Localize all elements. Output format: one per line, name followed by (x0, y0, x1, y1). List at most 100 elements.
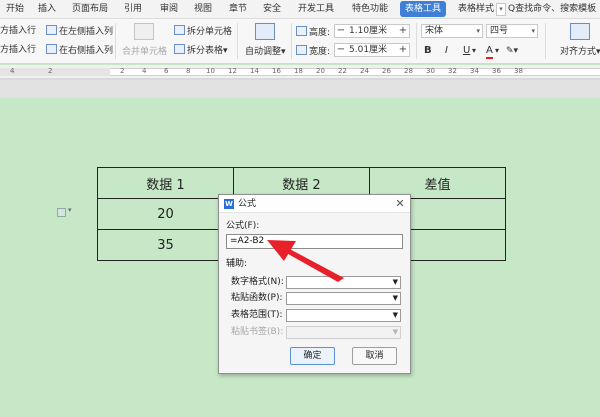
dropdown-arrow-icon: ▼ (392, 328, 398, 336)
tab-page-layout[interactable]: 页面布局 (72, 0, 108, 18)
dialog-titlebar[interactable]: W 公式 ✕ (219, 195, 410, 213)
width-increase-button[interactable]: + (397, 44, 409, 56)
width-stepper[interactable]: − 5.01厘米 + (334, 43, 410, 57)
font-color-button[interactable]: A (486, 45, 493, 59)
divider (115, 23, 116, 59)
tab-table-style[interactable]: 表格样式 (458, 0, 494, 18)
ruler-number: 30 (426, 67, 435, 75)
tab-table-tools[interactable]: 表格工具 (400, 1, 447, 17)
dropdown-arrow-icon: ▾ (476, 27, 480, 35)
ruler-number: 38 (514, 67, 523, 75)
divider (237, 23, 238, 59)
dropdown-arrow-icon: ▼ (392, 311, 398, 319)
height-value[interactable]: 1.10厘米 (349, 25, 387, 37)
font-size-select[interactable]: 四号 ▾ (486, 24, 538, 38)
more-tabs-icon[interactable]: ▾ (496, 3, 506, 16)
menu-bar: 开始 插入 页面布局 引用 审阅 视图 章节 安全 开发工具 特色功能 表格工具… (0, 0, 600, 19)
height-decrease-button[interactable]: − (335, 25, 347, 37)
ruler-scale (110, 68, 600, 76)
font-name-select[interactable]: 宋体 ▾ (421, 24, 483, 38)
tab-review[interactable]: 审阅 (160, 0, 178, 18)
table-range-select[interactable]: ▼ (286, 309, 401, 322)
tab-references[interactable]: 引用 (124, 0, 142, 18)
dropdown-arrow-icon: ▼ (392, 278, 398, 286)
ruler-number: 8 (186, 67, 191, 75)
insert-col-left-button[interactable]: 在左侧插入列 (46, 25, 113, 38)
divider (416, 23, 417, 59)
table-range-label: 表格范围(T): (231, 310, 283, 320)
formula-dialog: W 公式 ✕ 公式(F): =A2-B2 辅助: 数字格式(N): ▼ 粘贴函数… (218, 194, 411, 374)
tab-chapter[interactable]: 章节 (229, 0, 247, 18)
ruler-number: 16 (272, 67, 281, 75)
divider (545, 23, 546, 59)
ok-button[interactable]: 确定 (290, 347, 335, 365)
width-label: 宽度: (296, 45, 330, 58)
ruler-number: 4 (10, 67, 15, 75)
underline-dropdown[interactable]: ▾ (472, 45, 476, 57)
bold-button[interactable]: B (424, 45, 432, 57)
height-icon (296, 26, 307, 36)
paste-bookmark-select[interactable]: ▼ (286, 326, 401, 339)
height-increase-button[interactable]: + (397, 25, 409, 37)
ruler-number: 4 (142, 67, 147, 75)
split-cells-button[interactable]: 拆分单元格 (174, 25, 232, 38)
tab-view[interactable]: 视图 (194, 0, 212, 18)
ruler-margin (0, 68, 110, 76)
auto-fit-icon (255, 23, 275, 40)
assist-label: 辅助: (226, 259, 248, 269)
highlight-button[interactable]: ✎▾ (506, 45, 518, 57)
formula-input[interactable]: =A2-B2 (226, 234, 403, 249)
paste-function-select[interactable]: ▼ (286, 292, 401, 305)
dropdown-arrow-icon: ▼ (392, 294, 398, 302)
dialog-title: 公式 (238, 199, 257, 209)
search-command[interactable]: Q查找命令、搜索模板 (508, 0, 596, 18)
tab-insert[interactable]: 插入 (38, 0, 56, 18)
insert-col-right-button[interactable]: 在右侧插入列 (46, 44, 113, 57)
table-cell[interactable]: 数据 1 (97, 167, 234, 199)
merge-cells-button[interactable]: 合并单元格 (122, 46, 167, 58)
table-cell[interactable]: 35 (97, 229, 234, 261)
height-stepper[interactable]: − 1.10厘米 + (334, 24, 410, 38)
ruler-number: 18 (294, 67, 303, 75)
ruler-number: 2 (120, 67, 125, 75)
close-icon[interactable]: ✕ (394, 198, 406, 210)
auto-fit-button[interactable]: 自动调整▾ (245, 46, 286, 58)
ruler-number: 36 (492, 67, 501, 75)
ribbon: 方插入行 方插入行 在左侧插入列 在右侧插入列 合并单元格 拆分单元格 拆分表格… (0, 19, 600, 64)
merge-cells-icon (134, 23, 154, 40)
number-format-select[interactable]: ▼ (286, 276, 401, 289)
paste-function-label: 粘贴函数(P): (231, 293, 283, 303)
width-value[interactable]: 5.01厘米 (349, 44, 387, 56)
tab-features[interactable]: 特色功能 (352, 0, 388, 18)
insert-row-above-button[interactable]: 方插入行 (0, 25, 36, 37)
width-decrease-button[interactable]: − (335, 44, 347, 56)
ruler-number: 2 (48, 67, 53, 75)
underline-button[interactable]: U (463, 45, 470, 57)
insert-right-icon (46, 44, 57, 54)
split-table-button[interactable]: 拆分表格▾ (174, 44, 228, 57)
tab-security[interactable]: 安全 (263, 0, 281, 18)
height-label: 高度: (296, 26, 330, 39)
ruler-number: 20 (316, 67, 325, 75)
tab-start[interactable]: 开始 (6, 0, 24, 18)
number-format-label: 数字格式(N): (231, 277, 284, 287)
align-button[interactable]: 对齐方式▾ (560, 46, 600, 58)
ruler-number: 28 (404, 67, 413, 75)
split-cells-icon (174, 25, 185, 35)
table-handle-icon[interactable] (57, 208, 66, 217)
align-icon (570, 23, 590, 40)
formula-label: 公式(F): (226, 221, 260, 231)
insert-row-below-button[interactable]: 方插入行 (0, 44, 36, 56)
table-cell[interactable]: 20 (97, 198, 234, 230)
ruler-number: 6 (164, 67, 169, 75)
ruler-number: 22 (338, 67, 347, 75)
ruler-number: 26 (382, 67, 391, 75)
dropdown-arrow-icon[interactable]: ▾ (68, 206, 72, 214)
ruler-number: 34 (470, 67, 479, 75)
tab-developer[interactable]: 开发工具 (298, 0, 334, 18)
italic-button[interactable]: I (445, 45, 448, 57)
ruler-number: 10 (206, 67, 215, 75)
split-table-icon (174, 44, 185, 54)
font-color-dropdown[interactable]: ▾ (495, 45, 499, 57)
cancel-button[interactable]: 取消 (352, 347, 397, 365)
